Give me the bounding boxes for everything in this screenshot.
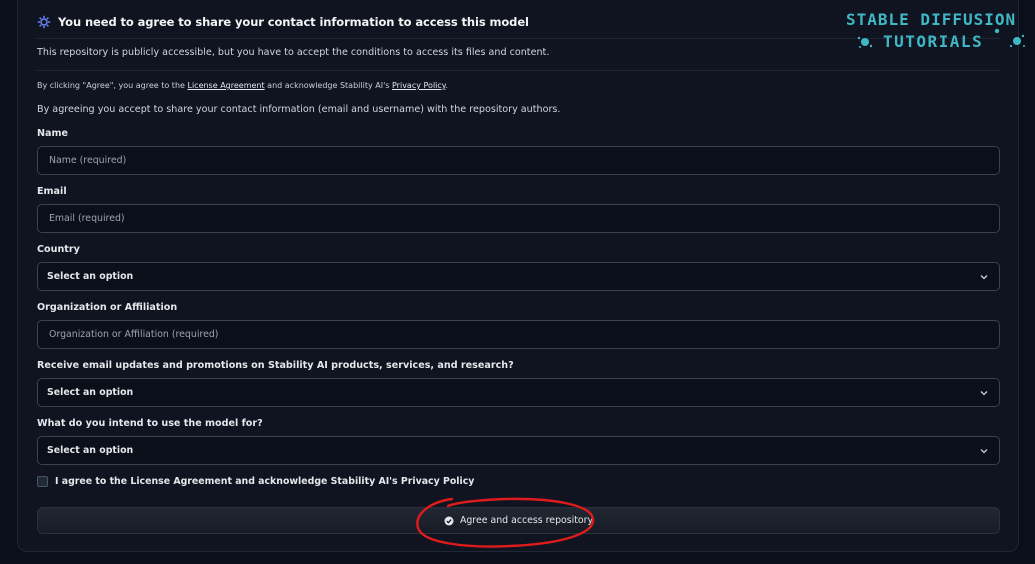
agree-access-button[interactable]: Agree and access repository (37, 507, 1000, 534)
organization-field[interactable] (37, 320, 1000, 349)
license-agreement-link[interactable]: License Agreement (187, 81, 264, 90)
card-title: You need to agree to share your contact … (58, 15, 529, 29)
email-label: Email (37, 186, 67, 197)
country-label: Country (37, 244, 80, 255)
gear-icon (37, 15, 51, 29)
organization-label: Organization or Affiliation (37, 302, 178, 313)
chevron-down-icon (979, 388, 989, 398)
agree-access-button-label: Agree and access repository (459, 515, 594, 526)
updates-label: Receive email updates and promotions on … (37, 360, 514, 371)
updates-select[interactable]: Select an option (37, 378, 1000, 407)
updates-select-value: Select an option (47, 387, 134, 398)
name-input[interactable] (47, 154, 999, 167)
email-input[interactable] (47, 212, 999, 225)
notice-middle: and acknowledge Stability AI's (264, 81, 392, 90)
name-field[interactable] (37, 146, 1000, 175)
agree-checkbox[interactable] (37, 476, 48, 487)
intent-select-value: Select an option (47, 445, 134, 456)
notice-prefix: By clicking "Agree", you agree to the (37, 81, 188, 90)
country-select[interactable]: Select an option (37, 262, 1000, 291)
check-circle-icon (444, 516, 454, 526)
access-request-card: You need to agree to share your contact … (17, 0, 1019, 552)
name-label: Name (37, 128, 69, 139)
watermark-line2: TUTORIALS (883, 32, 983, 51)
notice-suffix: . (445, 81, 448, 90)
intent-select[interactable]: Select an option (37, 436, 1000, 465)
agreement-notice: By clicking "Agree", you agree to the Li… (37, 81, 448, 90)
email-field[interactable] (37, 204, 1000, 233)
watermark-line1: STABLE DIFFUSION (846, 10, 1016, 29)
organization-input[interactable] (47, 328, 999, 341)
intro-divider (37, 70, 1000, 71)
agree-checkbox-label[interactable]: I agree to the License Agreement and ack… (55, 476, 474, 487)
country-select-value: Select an option (47, 271, 134, 282)
intent-label: What do you intend to use the model for? (37, 418, 263, 429)
agree-row: I agree to the License Agreement and ack… (37, 476, 474, 487)
share-info-text: By agreeing you accept to share your con… (37, 104, 561, 115)
stable-diffusion-tutorials-watermark: STABLE DIFFUSION TUTORIALS (846, 10, 1025, 51)
chevron-down-icon (979, 272, 989, 282)
card-header: You need to agree to share your contact … (37, 13, 529, 31)
intro-text: This repository is publicly accessible, … (37, 47, 550, 58)
chevron-down-icon (979, 446, 989, 456)
privacy-policy-link[interactable]: Privacy Policy (392, 81, 445, 90)
